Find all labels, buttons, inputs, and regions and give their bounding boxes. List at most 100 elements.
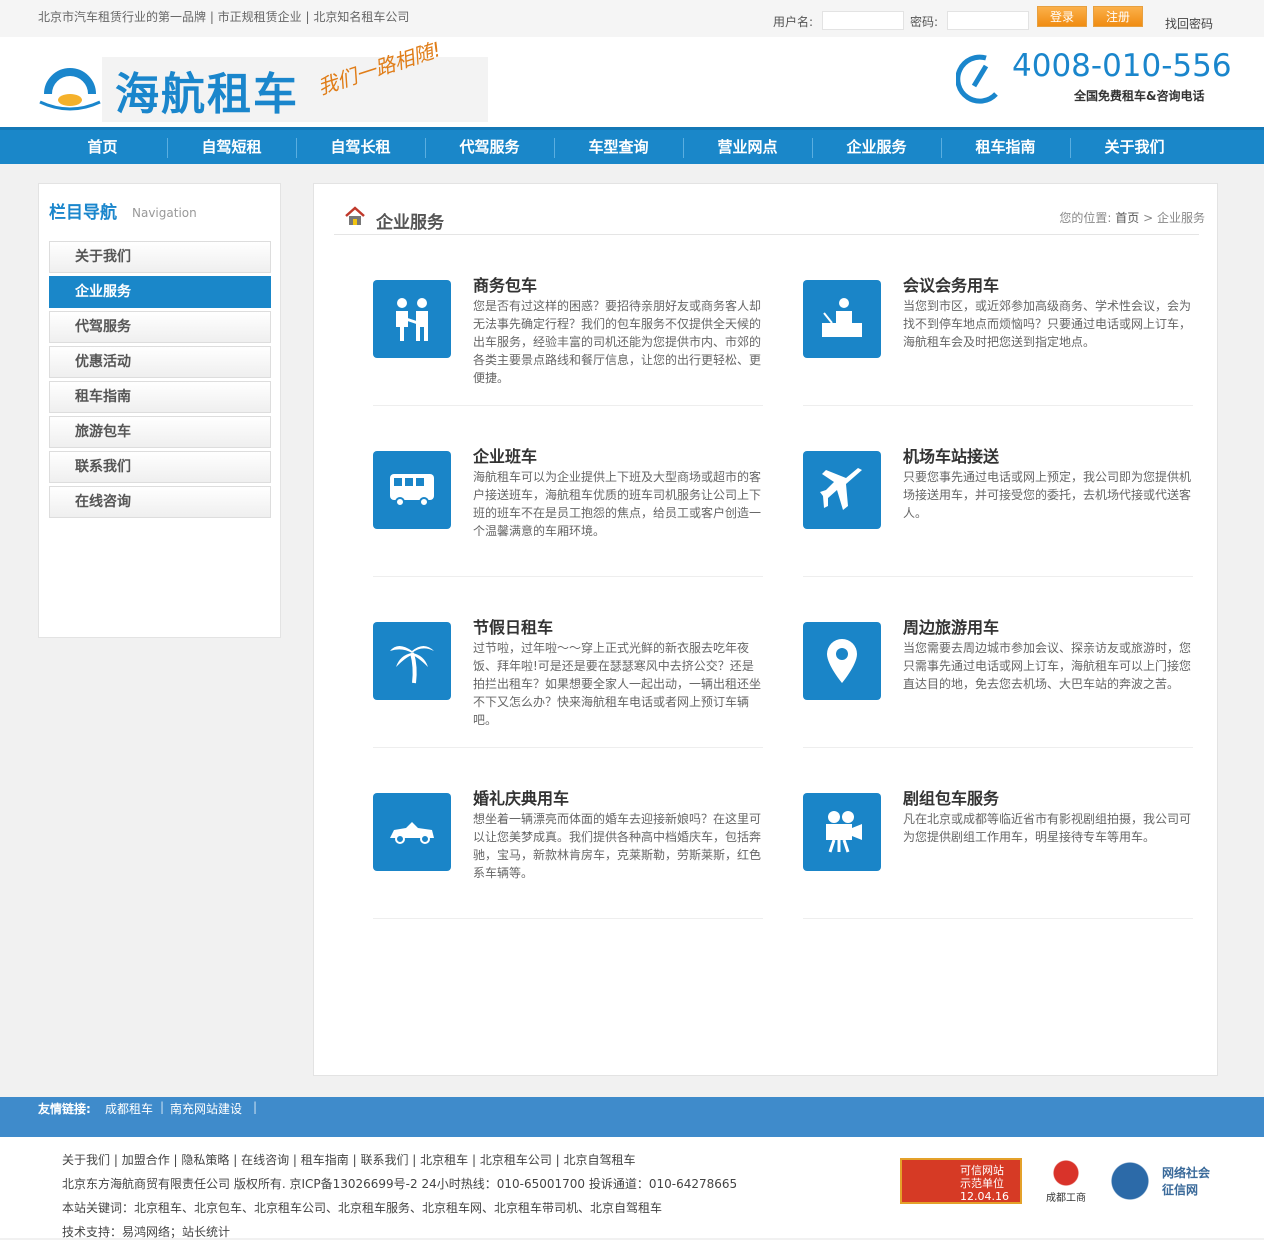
breadcrumb-separator: >: [1143, 211, 1154, 225]
nav-separator: [296, 138, 297, 158]
breadcrumb: 您的位置: 首页 > 企业服务: [1059, 209, 1205, 226]
nav-item[interactable]: 自驾长租: [296, 130, 425, 164]
nav-item[interactable]: 自驾短租: [167, 130, 296, 164]
home-icon: [345, 206, 365, 225]
footer-link[interactable]: 北京租车: [420, 1153, 468, 1167]
separator: |: [253, 1100, 258, 1114]
service-item[interactable]: 会议会务用车 当您到市区，或近郊参加高级商务、学术性会议，会为找不到停车地点而烦…: [803, 264, 1193, 435]
nav-separator: [1070, 138, 1071, 158]
breadcrumb-current: 企业服务: [1156, 211, 1205, 225]
logo-text: 海航租车: [115, 69, 299, 120]
separator: |: [229, 1153, 242, 1167]
service-title[interactable]: 周边旅游用车: [903, 614, 999, 638]
tech-support: 技术支持：易鸿网络；站长统计: [62, 1225, 231, 1239]
separator: |: [160, 1100, 165, 1114]
separator: |: [169, 1153, 182, 1167]
footer-link[interactable]: 隐私策略: [181, 1153, 229, 1167]
footer-links: 关于我们 | 加盟合作 | 隐私策略 | 在线咨询 | 租车指南 | 联系我们 …: [62, 1151, 636, 1168]
footer-link[interactable]: 北京租车公司: [480, 1153, 552, 1167]
location-pin-icon[interactable]: [803, 622, 881, 700]
separator: |: [408, 1153, 421, 1167]
breadcrumb-home[interactable]: 首页: [1115, 211, 1139, 225]
nav-item[interactable]: 首页: [38, 130, 167, 164]
copyright: 北京东方海航商贸有限责任公司 版权所有. 京ICP备13026699号-2 24…: [62, 1177, 738, 1191]
forgot-password-link[interactable]: 找回密码: [1165, 15, 1213, 32]
footer-link[interactable]: 租车指南: [301, 1153, 349, 1167]
service-divider: [803, 918, 1193, 919]
footer-link[interactable]: 北京自驾租车: [564, 1153, 636, 1167]
sidebar-item[interactable]: 旅游包车: [49, 416, 271, 448]
service-item[interactable]: 企业班车 海航租车可以为企业提供上下班及大型商场或超市的客户接送班车，海航租车优…: [373, 435, 763, 606]
separator: |: [551, 1153, 564, 1167]
breadcrumb-label: 您的位置:: [1059, 211, 1112, 225]
sidebar-item[interactable]: 在线咨询: [49, 486, 271, 518]
airplane-icon[interactable]: [803, 451, 881, 529]
site-slogan: 北京市汽车租赁行业的第一品牌 | 市正规租赁企业 | 北京知名租车公司: [38, 10, 410, 24]
sidebar-item[interactable]: 企业服务: [49, 276, 271, 308]
service-title[interactable]: 企业班车: [473, 443, 537, 467]
footer-link[interactable]: 关于我们: [62, 1153, 110, 1167]
sidebar-title: 栏目导航: [49, 203, 117, 223]
service-description: 您是否有过这样的困惑？要招待亲朋好友或商务客人却无法事先确定行程？我们的包车服务…: [473, 299, 762, 385]
service-description: 凡在北京或成都等临近省市有影视剧组拍摄，我公司可为您提供剧组工作用车，明星接待专…: [903, 812, 1192, 844]
service-divider: [373, 576, 763, 577]
service-title[interactable]: 剧组包车服务: [903, 785, 999, 809]
footer-link[interactable]: 加盟合作: [122, 1153, 170, 1167]
service-title[interactable]: 节假日租车: [473, 614, 553, 638]
nav-item[interactable]: 企业服务: [812, 130, 941, 164]
chengdu-aic-badge[interactable]: 成都工商: [1040, 1159, 1092, 1204]
title-divider: [334, 234, 1199, 235]
service-item[interactable]: 周边旅游用车 当您需要去周边城市参加会议、探亲访友或旅游时，您只需事先通过电话或…: [803, 606, 1193, 777]
service-item[interactable]: 剧组包车服务 凡在北京或成都等临近省市有影视剧组拍摄，我公司可为您提供剧组工作用…: [803, 777, 1193, 948]
username-input[interactable]: [822, 11, 904, 30]
service-item[interactable]: 婚礼庆典用车 想坐着一辆漂亮而体面的婚车去迎接新娘吗？在这里可以让您美梦成真。我…: [373, 777, 763, 948]
nav-separator: [941, 138, 942, 158]
palm-tree-icon[interactable]: [373, 622, 451, 700]
separator: |: [468, 1153, 480, 1167]
main-nav: 首页 自驾短租 自驾长租 代驾服务 车型查询 营业网点 企业服务 租车指南 关于我们: [0, 127, 1264, 164]
service-divider: [803, 576, 1193, 577]
separator: |: [110, 1153, 122, 1167]
credit-network-badge[interactable]: 网络社会 征信网: [1110, 1159, 1220, 1205]
sidebar-item[interactable]: 优惠活动: [49, 346, 271, 378]
service-item[interactable]: 机场车站接送 只要您事先通过电话或网上预定，我公司即为您提供机场接送用车，并可接…: [803, 435, 1193, 606]
sidebar-item[interactable]: 代驾服务: [49, 311, 271, 343]
service-title[interactable]: 婚礼庆典用车: [473, 785, 569, 809]
login-button[interactable]: 登录: [1037, 6, 1087, 27]
register-button[interactable]: 注册: [1093, 6, 1143, 27]
nav-separator: [683, 138, 684, 158]
sidebar-item[interactable]: 联系我们: [49, 451, 271, 483]
footer-link[interactable]: 联系我们: [360, 1153, 408, 1167]
sidebar-item[interactable]: 关于我们: [49, 241, 271, 273]
conference-icon[interactable]: [803, 280, 881, 358]
username-label: 用户名:: [773, 15, 814, 29]
service-title[interactable]: 商务包车: [473, 272, 537, 296]
service-item[interactable]: 商务包车 您是否有过这样的困惑？要招待亲朋好友或商务客人却无法事先确定行程？我们…: [373, 264, 763, 435]
service-divider: [803, 405, 1193, 406]
nav-item[interactable]: 营业网点: [683, 130, 812, 164]
friend-link[interactable]: 成都租车: [105, 1100, 153, 1117]
convertible-car-icon[interactable]: [373, 793, 451, 871]
sidebar-item[interactable]: 租车指南: [49, 381, 271, 413]
service-description: 过节啦，过年啦～～穿上正式光鲜的新衣服去吃年夜饭、拜年啦!可是还是要在瑟瑟寒风中…: [473, 641, 762, 727]
footer-link[interactable]: 在线咨询: [241, 1153, 289, 1167]
sidebar: 栏目导航 Navigation 关于我们 企业服务 代驾服务 优惠活动 租车指南 旅游包车…: [38, 183, 281, 638]
handshake-icon[interactable]: [373, 280, 451, 358]
service-title[interactable]: 会议会务用车: [903, 272, 999, 296]
film-camera-icon[interactable]: [803, 793, 881, 871]
nav-separator: [167, 138, 168, 158]
service-description: 海航租车可以为企业提供上下班及大型商场或超市的客户接送班车，海航租车优质的班车司…: [473, 470, 762, 538]
nav-item[interactable]: 车型查询: [554, 130, 683, 164]
service-item[interactable]: 节假日租车 过节啦，过年啦～～穿上正式光鲜的新衣服去吃年夜饭、拜年啦!可是还是要…: [373, 606, 763, 777]
nav-item[interactable]: 代驾服务: [425, 130, 554, 164]
nav-item[interactable]: 租车指南: [941, 130, 1070, 164]
service-title[interactable]: 机场车站接送: [903, 443, 999, 467]
hotline-caption: 全国免费租车&咨询电话: [1074, 89, 1205, 103]
service-description: 只要您事先通过电话或网上预定，我公司即为您提供机场接送用车，并可接受您的委托，去…: [903, 470, 1192, 520]
nav-item[interactable]: 关于我们: [1070, 130, 1199, 164]
friend-link[interactable]: 南充网站建设: [170, 1100, 242, 1117]
bus-icon[interactable]: [373, 451, 451, 529]
trusted-site-badge[interactable]: 可信网站 示范单位 12.04.16 14:49: [900, 1158, 1022, 1216]
password-input[interactable]: [947, 11, 1029, 30]
friend-links-label: 友情链接:: [38, 1102, 91, 1116]
